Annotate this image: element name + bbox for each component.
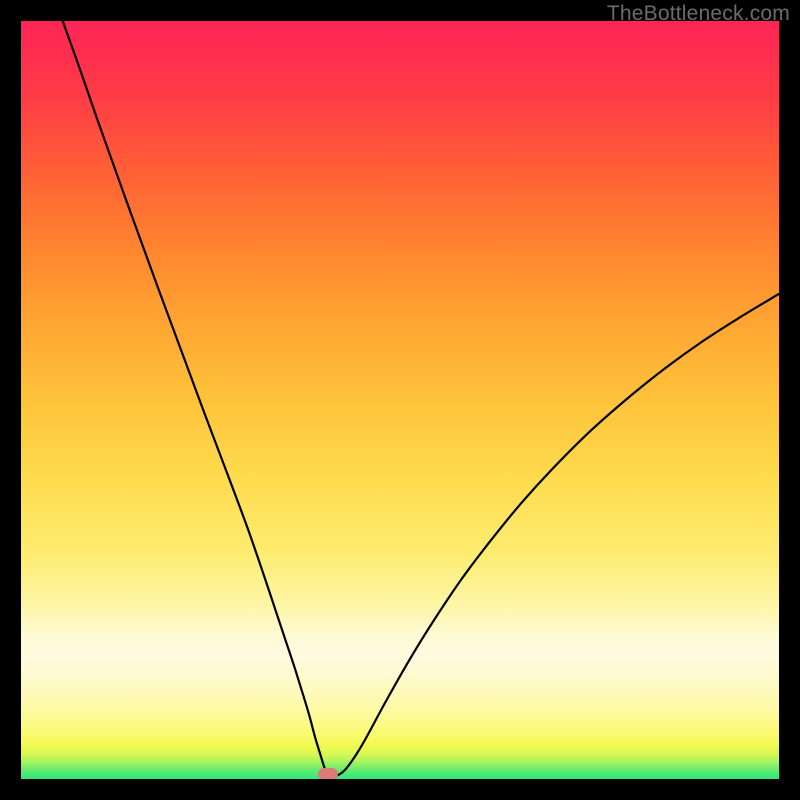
chart-frame: TheBottleneck.com <box>0 0 800 800</box>
bottleneck-curve <box>63 21 779 778</box>
plot-area <box>21 21 779 779</box>
curve-svg <box>21 21 779 779</box>
optimal-point-marker <box>318 768 338 779</box>
